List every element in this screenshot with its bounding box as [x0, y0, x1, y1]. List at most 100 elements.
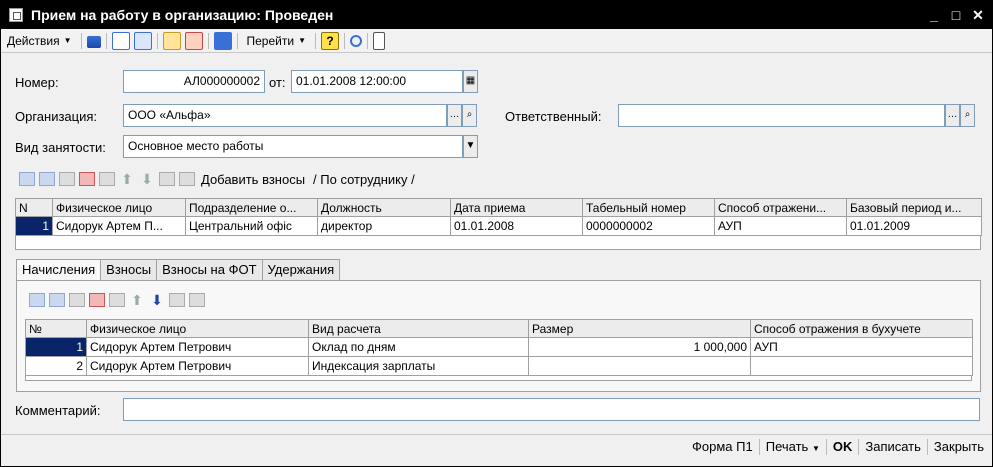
cell-accounting-method[interactable]: [750, 356, 973, 376]
responsible-field[interactable]: [618, 104, 945, 127]
cell-amount[interactable]: [528, 356, 751, 376]
maximize-button[interactable]: □: [948, 7, 964, 23]
date-field[interactable]: 01.01.2008 12:00:00: [291, 70, 463, 93]
sort-desc-icon[interactable]: [189, 293, 205, 307]
column-header[interactable]: Дата приема: [450, 198, 583, 217]
organization-field[interactable]: ООО «Альфа»: [123, 104, 447, 127]
column-header[interactable]: Физическое лицо: [86, 319, 309, 338]
end-edit-icon[interactable]: [109, 293, 125, 307]
goto-menu[interactable]: Перейти ▼: [241, 34, 312, 48]
cell-department[interactable]: Центральний офіс: [185, 216, 318, 236]
edit-row-icon[interactable]: [69, 293, 85, 307]
close-window-button[interactable]: ✕: [970, 7, 986, 23]
actions-menu[interactable]: Действия ▼: [1, 34, 78, 48]
unpost-icon[interactable]: [133, 31, 152, 50]
tab-strip: Начисления Взносы Взносы на ФОТ Удержани…: [16, 259, 341, 281]
sort-asc-icon[interactable]: [159, 172, 175, 186]
back-arrow-icon[interactable]: [86, 35, 101, 48]
tab-deductions[interactable]: Удержания: [261, 259, 341, 280]
search-icon[interactable]: ⌕: [462, 104, 477, 127]
cell-amount[interactable]: 1 000,000: [528, 337, 751, 357]
number-field[interactable]: АЛ000000002: [123, 70, 265, 93]
register-movements-icon[interactable]: [162, 31, 181, 50]
by-employee-link[interactable]: / По сотруднику /: [313, 172, 415, 187]
row-number[interactable]: 1: [15, 216, 53, 236]
comment-field[interactable]: [123, 398, 980, 421]
cell-calculation-type[interactable]: Индексация зарплаты: [308, 356, 529, 376]
table-row[interactable]: 1 Сидорук Артем П... Центральний офіс ди…: [15, 216, 982, 236]
arrow-up-icon[interactable]: ⬆: [119, 172, 135, 186]
sort-desc-icon[interactable]: [179, 172, 195, 186]
copy-row-icon[interactable]: [39, 172, 55, 186]
ok-button[interactable]: OK: [827, 439, 859, 454]
help-icon[interactable]: ?: [320, 31, 339, 50]
arrow-down-icon[interactable]: ⬇: [139, 172, 155, 186]
column-header[interactable]: Должность: [317, 198, 451, 217]
column-header[interactable]: Способ отражени...: [714, 198, 847, 217]
cell-position[interactable]: директор: [317, 216, 451, 236]
employment-type-select[interactable]: Основное место работы: [123, 135, 463, 158]
delete-movements-icon[interactable]: [184, 31, 203, 50]
arrow-down-icon[interactable]: ⬇: [149, 293, 165, 307]
chevron-down-icon[interactable]: ▼: [463, 135, 478, 158]
column-header[interactable]: Способ отражения в бухучете: [750, 319, 973, 338]
add-contributions-button[interactable]: Добавить взносы: [201, 172, 305, 187]
add-row-icon[interactable]: [19, 172, 35, 186]
cell-reflection-method[interactable]: АУП: [714, 216, 847, 236]
cell-person[interactable]: Сидорук Артем Петрович: [86, 356, 309, 376]
tab-accruals[interactable]: Начисления: [16, 259, 102, 281]
employment-type-label: Вид занятости:: [15, 140, 106, 155]
delete-row-icon[interactable]: [79, 172, 95, 186]
ellipsis-button[interactable]: …: [945, 104, 960, 127]
tab-payroll-contributions[interactable]: Взносы на ФОТ: [156, 259, 263, 280]
delete-row-icon[interactable]: [89, 293, 105, 307]
form-p1-button[interactable]: Форма П1: [686, 439, 759, 454]
toolbar-divider: [366, 32, 368, 49]
cell-accounting-method[interactable]: АУП: [750, 337, 973, 357]
cell-hire-date[interactable]: 01.01.2008: [450, 216, 583, 236]
cell-personnel-number[interactable]: 0000000002: [582, 216, 715, 236]
column-header[interactable]: Табельный номер: [582, 198, 715, 217]
arrow-up-icon[interactable]: ⬆: [129, 293, 145, 307]
column-header[interactable]: Подразделение о...: [185, 198, 318, 217]
structure-icon[interactable]: [372, 31, 385, 50]
print-button[interactable]: Печать ▼: [760, 439, 826, 454]
end-edit-icon[interactable]: [99, 172, 115, 186]
toolbar-divider: [105, 32, 107, 49]
column-header[interactable]: Вид расчета: [308, 319, 529, 338]
minimize-button[interactable]: _: [926, 7, 942, 23]
column-header[interactable]: №: [25, 319, 87, 338]
row-number[interactable]: 2: [25, 356, 87, 376]
toolbar-divider: [207, 32, 209, 49]
toolbar-divider: [156, 32, 158, 49]
table-row[interactable]: 2 Сидорук Артем Петрович Индексация зарп…: [25, 356, 973, 376]
copy-row-icon[interactable]: [49, 293, 65, 307]
add-row-icon[interactable]: [29, 293, 45, 307]
column-header[interactable]: Физическое лицо: [52, 198, 186, 217]
cell-person[interactable]: Сидорук Артем П...: [52, 216, 186, 236]
calendar-icon[interactable]: ▦: [463, 70, 478, 93]
ellipsis-button[interactable]: …: [447, 104, 462, 127]
search-icon[interactable]: ⌕: [960, 104, 975, 127]
save-button[interactable]: Записать: [859, 439, 927, 454]
cell-calculation-type[interactable]: Оклад по дням: [308, 337, 529, 357]
document-window: Прием на работу в организацию: Проведен …: [0, 0, 993, 467]
tab-contributions[interactable]: Взносы: [100, 259, 158, 280]
cell-person[interactable]: Сидорук Артем Петрович: [86, 337, 309, 357]
column-header[interactable]: Базовый период и...: [846, 198, 982, 217]
date-from-label: от:: [269, 75, 286, 90]
close-button[interactable]: Закрыть: [928, 439, 992, 454]
post-icon[interactable]: [111, 31, 130, 50]
create-based-on-icon[interactable]: [213, 31, 232, 50]
sort-asc-icon[interactable]: [169, 293, 185, 307]
search-icon[interactable]: [349, 34, 362, 47]
column-header[interactable]: N: [15, 198, 53, 217]
row-number[interactable]: 1: [25, 337, 87, 357]
employees-toolbar: ⬆ ⬇ Добавить взносы / По сотруднику /: [19, 169, 415, 189]
table-row[interactable]: 1 Сидорук Артем Петрович Оклад по дням 1…: [25, 337, 973, 357]
column-header[interactable]: Размер: [528, 319, 751, 338]
accruals-toolbar: ⬆ ⬇: [29, 290, 209, 310]
cell-base-period[interactable]: 01.01.2009: [846, 216, 982, 236]
edit-row-icon[interactable]: [59, 172, 75, 186]
chevron-down-icon: ▼: [63, 36, 72, 45]
